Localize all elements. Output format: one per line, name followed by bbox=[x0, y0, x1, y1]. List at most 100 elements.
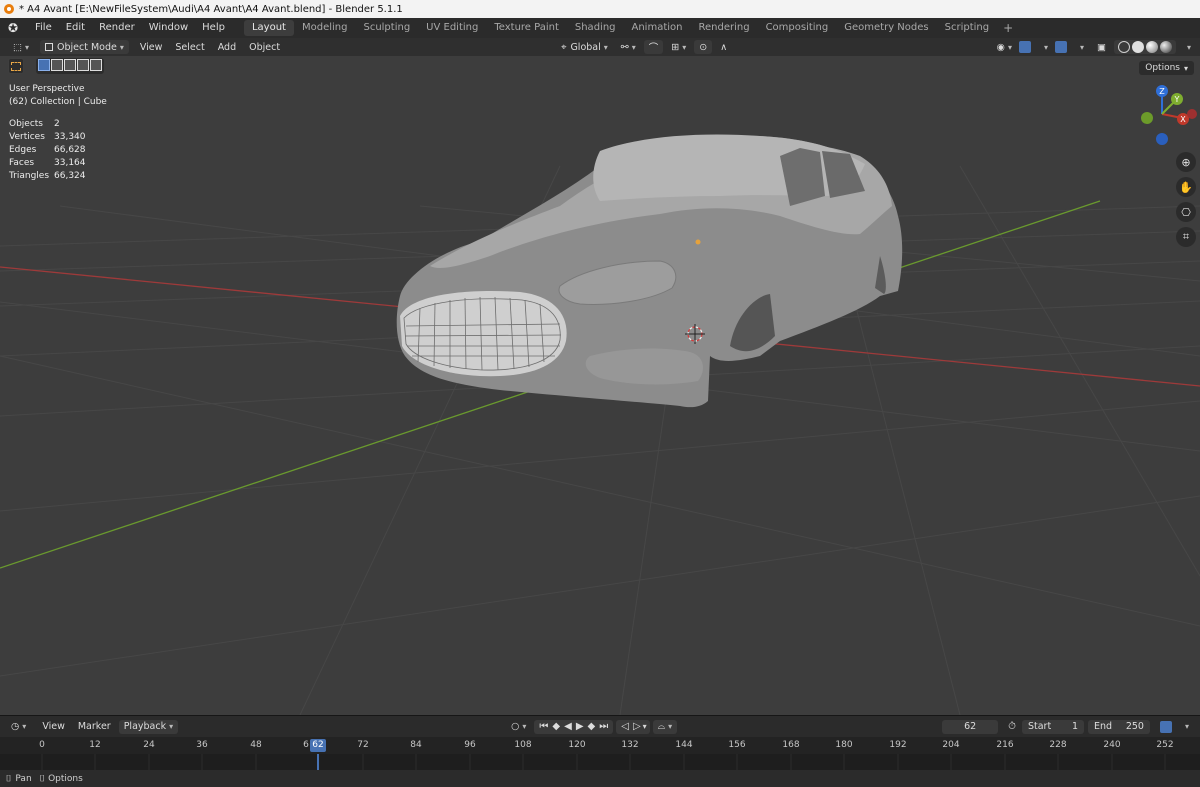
menu-file[interactable]: File bbox=[28, 18, 59, 38]
gizmo-dropdown[interactable]: ▾ bbox=[1036, 40, 1053, 54]
tab-shading[interactable]: Shading bbox=[567, 20, 624, 36]
playhead-line[interactable] bbox=[317, 754, 319, 770]
neg-z-axis-icon[interactable] bbox=[1156, 133, 1168, 145]
keying-set-dropdown[interactable]: ⌓ ▾ bbox=[652, 719, 678, 734]
pan-hand-icon[interactable]: ✋ bbox=[1176, 177, 1196, 197]
viewport-scene[interactable] bbox=[0, 56, 1200, 715]
blender-menu-icon[interactable]: ✪ bbox=[6, 21, 20, 35]
rendered-shading-icon[interactable] bbox=[1159, 41, 1172, 53]
frame-tick: 156 bbox=[728, 740, 746, 750]
timeline-menu-view[interactable]: View bbox=[37, 720, 70, 734]
tab-geometry-nodes[interactable]: Geometry Nodes bbox=[836, 20, 936, 36]
mode-dropdown[interactable]: Object Mode ▾ bbox=[40, 40, 129, 54]
jump-start-icon[interactable]: ⏮ bbox=[537, 721, 550, 732]
menu-view[interactable]: View bbox=[135, 40, 168, 54]
timeline-view-dropdown[interactable]: ▾ bbox=[1177, 720, 1194, 734]
tab-modeling[interactable]: Modeling bbox=[294, 20, 356, 36]
set-selection-icon[interactable] bbox=[38, 59, 50, 71]
extend-selection-icon[interactable] bbox=[51, 59, 63, 71]
timeline-editor-type[interactable]: ◷ ▾ bbox=[6, 720, 31, 734]
zoom-icon[interactable]: ⊕ bbox=[1176, 152, 1196, 172]
view-name: User Perspective bbox=[9, 84, 85, 94]
material-shading-icon[interactable] bbox=[1145, 41, 1158, 53]
perspective-grid-icon[interactable]: ⌗ bbox=[1176, 227, 1196, 247]
pivot-dropdown[interactable]: ⚯ ▾ bbox=[616, 40, 641, 54]
auto-key-toggle[interactable]: ○ ▾ bbox=[506, 720, 531, 734]
select-tool-button[interactable] bbox=[8, 58, 24, 74]
neg-y-axis-icon[interactable] bbox=[1141, 112, 1153, 124]
tab-texture-paint[interactable]: Texture Paint bbox=[486, 20, 567, 36]
timeline-view-toggle-icon[interactable] bbox=[1159, 720, 1172, 733]
menu-render[interactable]: Render bbox=[92, 18, 142, 38]
editor-type-button[interactable]: ⬚ ▾ bbox=[8, 40, 34, 54]
menu-help[interactable]: Help bbox=[195, 18, 232, 38]
navigation-buttons: ⊕ ✋ ⎔ ⌗ bbox=[1176, 152, 1196, 247]
orientation-icon: ⌖ bbox=[561, 41, 567, 53]
keying-prev-icon[interactable]: ◁ bbox=[619, 721, 631, 732]
falloff-icon: ∧ bbox=[720, 41, 728, 53]
playhead-handle[interactable]: 62 bbox=[310, 739, 326, 752]
solid-shading-icon[interactable] bbox=[1131, 41, 1144, 53]
current-frame-field[interactable]: 62 bbox=[942, 719, 999, 734]
intersect-selection-icon[interactable] bbox=[90, 59, 102, 71]
tab-sculpting[interactable]: Sculpting bbox=[355, 20, 418, 36]
car-body-mesh[interactable] bbox=[396, 134, 903, 408]
window-titlebar: * A4 Avant [E:\NewFileSystem\Audi\A4 Ava… bbox=[0, 0, 1200, 18]
jump-end-icon[interactable]: ⏭ bbox=[597, 721, 610, 732]
menu-select[interactable]: Select bbox=[170, 40, 209, 54]
3d-viewport[interactable]: User Perspective (62) Collection | Cube … bbox=[0, 56, 1200, 715]
xray-toggle[interactable]: ▣ bbox=[1092, 40, 1111, 54]
camera-icon[interactable]: ⎔ bbox=[1176, 202, 1196, 222]
neg-x-axis-icon[interactable] bbox=[1187, 109, 1197, 119]
menu-edit[interactable]: Edit bbox=[59, 18, 92, 38]
falloff-dropdown[interactable]: ∧ bbox=[715, 40, 732, 54]
visibility-dropdown[interactable]: ◉ ▾ bbox=[992, 40, 1017, 54]
end-frame-field[interactable]: End 250 bbox=[1087, 719, 1150, 734]
menu-add[interactable]: Add bbox=[213, 40, 241, 54]
menu-object[interactable]: Object bbox=[244, 40, 285, 54]
playback-dropdown[interactable]: Playback ▾ bbox=[118, 719, 179, 734]
options-label: Options bbox=[1145, 63, 1180, 73]
timeline-ruler[interactable]: 0 12 24 36 48 6 72 84 96 108 120 132 144… bbox=[0, 737, 1200, 754]
proportional-edit-toggle[interactable]: ⊙ bbox=[694, 40, 713, 54]
keying-next-icon[interactable]: ▷ bbox=[631, 721, 643, 732]
shading-dropdown[interactable]: ▾ bbox=[1179, 40, 1196, 54]
invert-selection-icon[interactable] bbox=[77, 59, 89, 71]
clock-icon: ◷ bbox=[11, 721, 20, 732]
prev-keyframe-icon[interactable]: ◆ bbox=[550, 721, 562, 732]
overlay-toggle-icon[interactable] bbox=[1054, 41, 1067, 53]
display-group: ◉ ▾ ▾ ▾ ▣ ▾ bbox=[989, 40, 1196, 54]
navigation-gizmo[interactable]: Z X Y bbox=[1132, 82, 1198, 148]
xray-icon: ▣ bbox=[1097, 41, 1106, 53]
frame-tick: 84 bbox=[410, 740, 422, 750]
tab-uv-editing[interactable]: UV Editing bbox=[418, 20, 486, 36]
stopwatch-icon[interactable]: ⏱ bbox=[1006, 721, 1018, 732]
snap-toggle[interactable]: ⌒ bbox=[643, 40, 664, 54]
viewport-header: ⬚ ▾ Object Mode ▾ View Select Add Object ⌖… bbox=[0, 38, 1200, 56]
snap-dropdown[interactable]: ⊞ ▾ bbox=[666, 40, 691, 54]
tab-rendering[interactable]: Rendering bbox=[690, 20, 757, 36]
wireframe-shading-icon[interactable] bbox=[1117, 41, 1130, 53]
add-workspace-button[interactable]: + bbox=[997, 21, 1019, 35]
viewport-options-button[interactable]: Options ▾ bbox=[1139, 61, 1194, 75]
orientation-dropdown[interactable]: ⌖ Global ▾ bbox=[556, 40, 613, 54]
start-frame-field[interactable]: Start 1 bbox=[1021, 719, 1084, 734]
gizmo-toggle-icon[interactable] bbox=[1018, 41, 1031, 53]
tab-layout[interactable]: Layout bbox=[243, 20, 294, 36]
timeline-menu-marker[interactable]: Marker bbox=[73, 720, 116, 734]
tab-scripting[interactable]: Scripting bbox=[937, 20, 997, 36]
frame-tick: 180 bbox=[835, 740, 853, 750]
selection-mode-group bbox=[36, 58, 104, 74]
subtract-selection-icon[interactable] bbox=[64, 59, 76, 71]
overlay-dropdown[interactable]: ▾ bbox=[1072, 40, 1089, 54]
tab-animation[interactable]: Animation bbox=[624, 20, 691, 36]
blender-logo-icon bbox=[4, 4, 14, 14]
frame-tick: 12 bbox=[89, 740, 101, 750]
play-icon[interactable]: ▶ bbox=[574, 721, 586, 732]
menu-window[interactable]: Window bbox=[142, 18, 195, 38]
play-reverse-icon[interactable]: ◀ bbox=[562, 721, 574, 732]
stat-row: Edges 66,628 bbox=[9, 145, 86, 155]
tab-compositing[interactable]: Compositing bbox=[758, 20, 837, 36]
timeline-track-area[interactable] bbox=[0, 754, 1200, 770]
next-keyframe-icon[interactable]: ◆ bbox=[586, 721, 598, 732]
